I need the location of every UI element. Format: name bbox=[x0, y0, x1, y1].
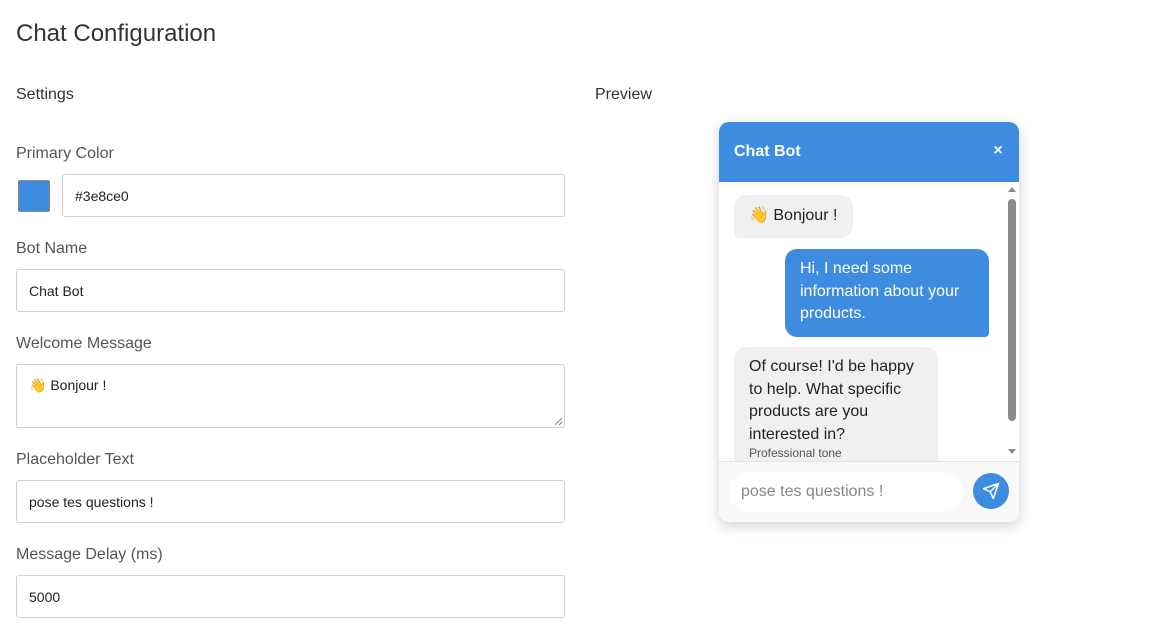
page-title: Chat Configuration bbox=[16, 20, 217, 47]
bot-message: 👋 Bonjour ! bbox=[734, 195, 853, 238]
bot-name-input-value: Chat Bot bbox=[29, 282, 84, 299]
chat-input-placeholder: pose tes questions ! bbox=[741, 483, 884, 500]
scrollbar-thumb[interactable] bbox=[1008, 199, 1016, 421]
primary-color-label: Primary Color bbox=[16, 145, 114, 162]
welcome-message-label: Welcome Message bbox=[16, 335, 152, 352]
settings-section-title: Settings bbox=[16, 86, 74, 103]
welcome-message-textarea[interactable]: 👋 Bonjour ! bbox=[16, 364, 565, 428]
user-message: Hi, I need some information about your p… bbox=[785, 249, 989, 337]
scroll-down-arrow-icon[interactable] bbox=[1008, 449, 1016, 454]
chat-widget-preview: Chat Bot × 👋 Bonjour ! Hi, I need some i… bbox=[719, 122, 1019, 522]
welcome-message-value: 👋 Bonjour ! bbox=[29, 377, 107, 393]
message-delay-value: 5000 bbox=[29, 588, 61, 605]
bot-message-text: 👋 Bonjour ! bbox=[749, 207, 838, 224]
resize-grip-icon[interactable] bbox=[554, 417, 563, 426]
placeholder-text-label: Placeholder Text bbox=[16, 451, 134, 468]
placeholder-text-value: pose tes questions ! bbox=[29, 493, 154, 510]
chat-header-title: Chat Bot bbox=[734, 143, 801, 160]
primary-color-input[interactable]: #3e8ce0 bbox=[62, 174, 565, 217]
chat-header: Chat Bot × bbox=[719, 122, 1019, 182]
message-tone-label: Professional tone bbox=[749, 446, 842, 460]
scroll-up-arrow-icon[interactable] bbox=[1008, 187, 1016, 192]
bot-message-text: Of course! I'd be happy to help. What sp… bbox=[749, 358, 914, 443]
chat-messages: 👋 Bonjour ! Hi, I need some information … bbox=[719, 182, 1019, 461]
preview-section-title: Preview bbox=[595, 86, 652, 103]
message-delay-input[interactable]: 5000 bbox=[16, 575, 565, 618]
user-message-text: Hi, I need some information about your p… bbox=[800, 260, 960, 322]
bot-name-label: Bot Name bbox=[16, 240, 88, 257]
bot-name-input[interactable]: Chat Bot bbox=[16, 269, 565, 312]
primary-color-input-value: #3e8ce0 bbox=[75, 187, 129, 204]
message-delay-label: Message Delay (ms) bbox=[16, 546, 163, 563]
chat-scrollbar[interactable] bbox=[1005, 182, 1019, 461]
chat-message-input[interactable]: pose tes questions ! bbox=[729, 472, 963, 512]
placeholder-text-input[interactable]: pose tes questions ! bbox=[16, 480, 565, 523]
send-button[interactable] bbox=[973, 473, 1009, 509]
chat-footer: pose tes questions ! bbox=[719, 461, 1019, 522]
close-icon[interactable]: × bbox=[991, 142, 1005, 160]
send-icon bbox=[982, 482, 1000, 500]
bot-message: Of course! I'd be happy to help. What sp… bbox=[734, 347, 938, 461]
primary-color-picker[interactable] bbox=[18, 180, 50, 212]
